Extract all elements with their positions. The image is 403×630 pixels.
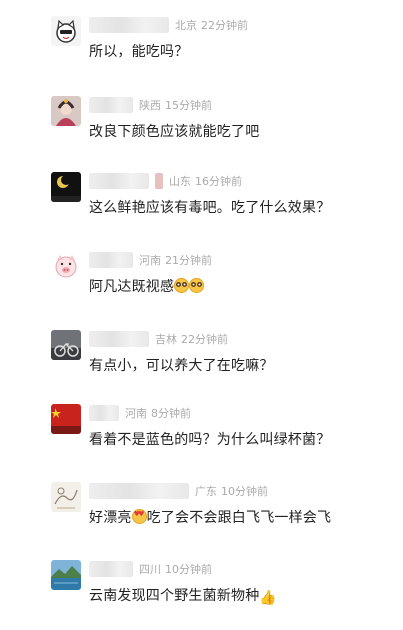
comment-item: 广东 10分钟前 好漂亮吃了会不会跟白飞飞一样会飞 xyxy=(0,482,403,552)
username-blurred[interactable] xyxy=(89,561,133,577)
username-blurred-accent xyxy=(155,173,163,189)
location-label: 河南 xyxy=(139,254,161,267)
username-blurred[interactable] xyxy=(89,97,133,113)
comment-item: 四川 10分钟前 云南发现四个野生菌新物种👍 xyxy=(0,560,403,630)
comment-item: 山东 16分钟前 这么鲜艳应该有毒吧。吃了什么效果？ xyxy=(0,172,403,242)
comment-text: 阿凡达既视感 xyxy=(89,276,205,296)
location-label: 陕西 xyxy=(139,99,161,112)
username-blurred[interactable] xyxy=(89,173,149,189)
timestamp: 10分钟前 xyxy=(221,485,268,498)
comment-meta: 吉林 22分钟前 xyxy=(89,330,228,348)
costume-girl-avatar[interactable] xyxy=(51,96,81,126)
comment-text: 这么鲜艳应该有毒吧。吃了什么效果？ xyxy=(89,200,331,216)
sketch-drawing-avatar[interactable] xyxy=(51,482,81,512)
location-label: 四川 xyxy=(139,563,161,576)
timestamp: 10分钟前 xyxy=(165,563,212,576)
comment-text: 改良下颜色应该就能吃了吧 xyxy=(89,124,260,140)
location-label: 广东 xyxy=(195,485,217,498)
heart-eyes-emoji xyxy=(131,509,147,524)
comment-text: 有点小，可以养大了在吃嘛？ xyxy=(89,358,274,374)
pig-cartoon-avatar[interactable] xyxy=(51,251,81,281)
timestamp: 22分钟前 xyxy=(201,19,248,32)
comment-item: 陕西 15分钟前 改良下颜色应该就能吃了吧 xyxy=(0,96,403,166)
comment-meta: 河南 8分钟前 xyxy=(89,404,191,422)
comment-text: 好漂亮吃了会不会跟白飞飞一样会飞 xyxy=(89,507,331,527)
timestamp: 8分钟前 xyxy=(151,407,191,420)
moon-night-avatar[interactable] xyxy=(51,172,81,202)
comment-meta: 山东 16分钟前 xyxy=(89,172,242,190)
username-blurred[interactable] xyxy=(89,17,169,33)
red-flag-avatar[interactable] xyxy=(51,404,81,434)
comment-item: 河南 8分钟前 看着不是蓝色的吗？为什么叫绿杯菌？ xyxy=(0,404,403,474)
flushed-face-emoji xyxy=(174,278,190,293)
comment-meta: 四川 10分钟前 xyxy=(89,560,212,578)
comment-text: 云南发现四个野生菌新物种👍 xyxy=(89,588,278,606)
timestamp: 15分钟前 xyxy=(165,99,212,112)
comment-meta: 河南 21分钟前 xyxy=(89,251,212,269)
location-label: 河南 xyxy=(125,407,147,420)
lake-landscape-avatar[interactable] xyxy=(51,560,81,590)
comment-item: 北京 22分钟前 所以，能吃吗？ xyxy=(0,16,403,86)
comment-item: 吉林 22分钟前 有点小，可以养大了在吃嘛？ xyxy=(0,330,403,400)
username-blurred[interactable] xyxy=(89,483,189,499)
username-blurred[interactable] xyxy=(89,252,133,268)
timestamp: 16分钟前 xyxy=(195,175,242,188)
comment-text: 看着不是蓝色的吗？为什么叫绿杯菌？ xyxy=(89,432,331,448)
bicycle-photo-avatar[interactable] xyxy=(51,330,81,360)
flushed-face-emoji xyxy=(189,278,205,293)
thumbs-up-emoji: 👍 xyxy=(259,590,278,606)
cat-cartoon-avatar[interactable] xyxy=(51,16,81,46)
location-label: 北京 xyxy=(175,19,197,32)
location-label: 吉林 xyxy=(155,333,177,346)
location-label: 山东 xyxy=(169,175,191,188)
comment-meta: 北京 22分钟前 xyxy=(89,16,248,34)
comment-text: 所以，能吃吗？ xyxy=(89,44,189,60)
username-blurred[interactable] xyxy=(89,331,149,347)
timestamp: 21分钟前 xyxy=(165,254,212,267)
username-blurred[interactable] xyxy=(89,405,119,421)
timestamp: 22分钟前 xyxy=(181,333,228,346)
comment-meta: 陕西 15分钟前 xyxy=(89,96,212,114)
comment-meta: 广东 10分钟前 xyxy=(89,482,268,500)
comment-item: 河南 21分钟前 阿凡达既视感 xyxy=(0,251,403,321)
